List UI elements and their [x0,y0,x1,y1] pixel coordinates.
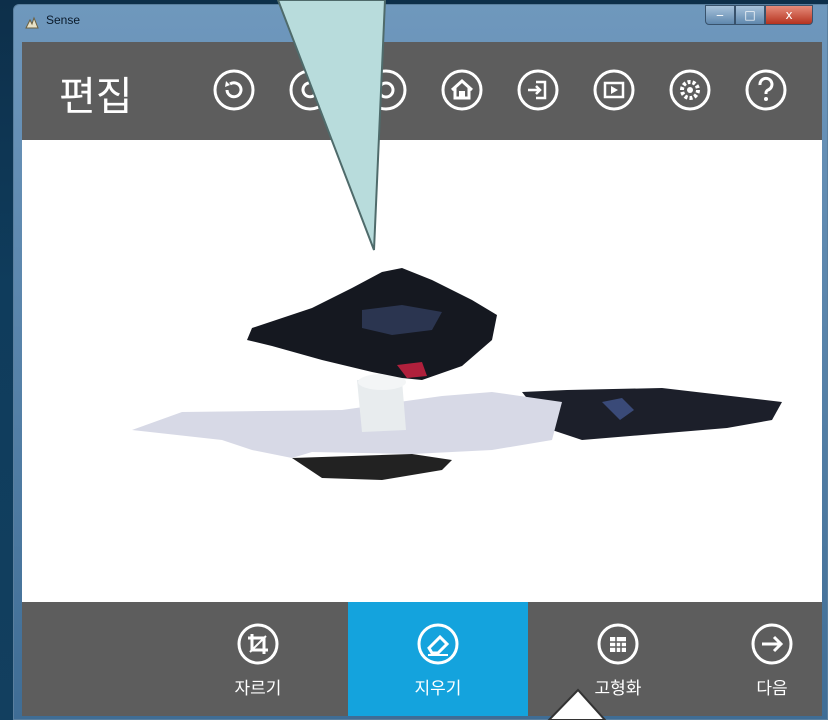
callout-pointer-bottom [547,688,607,720]
